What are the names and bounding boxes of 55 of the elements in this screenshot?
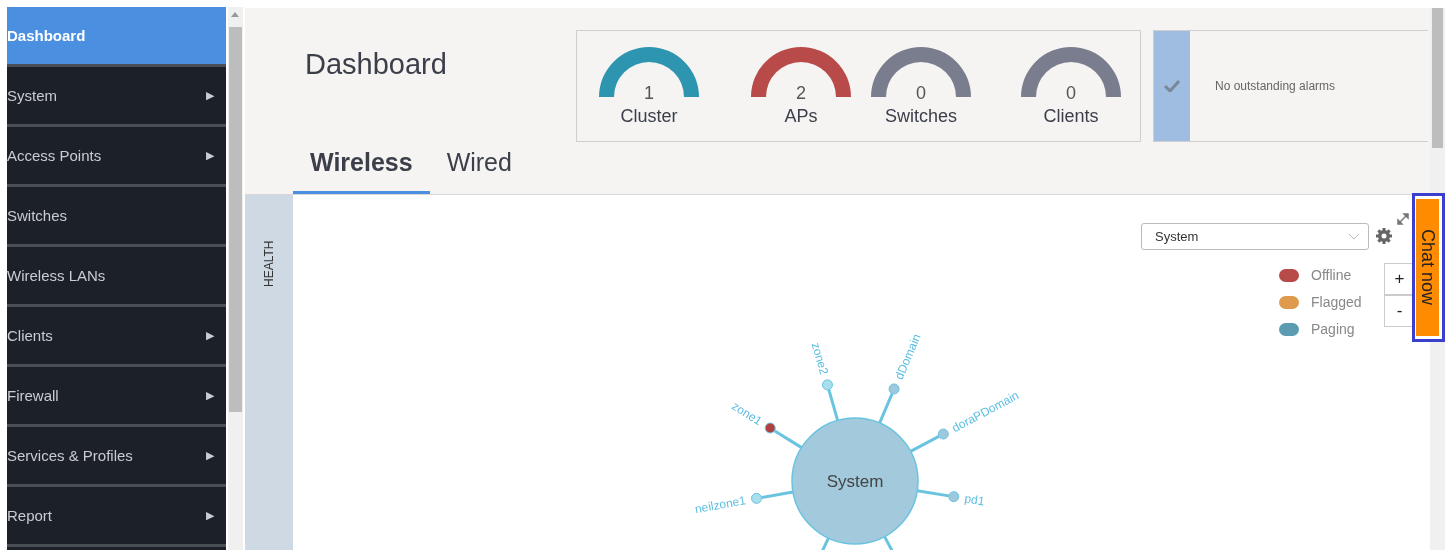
sidebar-item[interactable]: Clients ▶ xyxy=(7,307,226,367)
gauge-label: Clients xyxy=(1043,106,1099,127)
gauge-label: APs xyxy=(784,106,818,127)
node-dot[interactable] xyxy=(937,428,949,440)
scrollbar[interactable] xyxy=(228,7,243,550)
node-label: pd1 xyxy=(963,491,986,509)
node-dot[interactable] xyxy=(948,491,960,503)
legend-label: Paging xyxy=(1311,321,1355,337)
sidebar-item[interactable]: Switches xyxy=(7,187,226,247)
node-label: zone2 xyxy=(808,340,832,377)
alarm-message: No outstanding alarms xyxy=(1215,79,1336,93)
health-tab[interactable]: HEALTH xyxy=(262,227,276,287)
connector-line xyxy=(761,490,794,499)
submenu-arrow-icon: ▶ xyxy=(206,329,214,342)
sidebar-item[interactable]: Services & Profiles ▶ xyxy=(7,427,226,487)
gauge-value: 0 xyxy=(1066,83,1076,104)
scope-select[interactable]: System xyxy=(1141,223,1369,250)
legend-label: Offline xyxy=(1311,267,1352,283)
submenu-arrow-icon: ▶ xyxy=(206,89,214,102)
connector-line xyxy=(917,489,950,498)
submenu-arrow-icon: ▶ xyxy=(206,149,214,162)
gauge-value: 0 xyxy=(916,83,926,104)
expand-icon[interactable] xyxy=(1395,211,1411,227)
node-dot[interactable] xyxy=(888,383,900,395)
gauge-value: 2 xyxy=(796,83,806,104)
submenu-arrow-icon: ▶ xyxy=(206,509,214,522)
scrollbar-thumb[interactable] xyxy=(229,27,242,412)
sidebar-item[interactable]: Access Points ▶ xyxy=(7,127,226,187)
legend-label: Flagged xyxy=(1311,294,1362,310)
node-label: neilzone1 xyxy=(693,493,747,517)
settings-icon[interactable] xyxy=(1375,227,1393,245)
chevron-down-icon xyxy=(1348,233,1360,240)
node-dot[interactable] xyxy=(751,492,762,504)
sidebar-item[interactable]: Firewall ▶ xyxy=(7,367,226,427)
gauge-label: Cluster xyxy=(620,106,678,127)
tab[interactable]: Wired xyxy=(429,144,529,194)
connector-line xyxy=(878,392,894,424)
sidebar-item[interactable]: System ▶ xyxy=(7,67,226,127)
sidebar-item[interactable]: Wireless LANs xyxy=(7,247,226,307)
node-dot[interactable] xyxy=(764,422,776,434)
check-icon xyxy=(1164,80,1180,92)
page-title: Dashboard xyxy=(305,48,448,81)
gauge-value: 1 xyxy=(644,83,654,104)
submenu-arrow-icon: ▶ xyxy=(206,389,214,402)
scrollbar-thumb[interactable] xyxy=(1432,8,1443,148)
chat-now-button[interactable]: Chat now xyxy=(1412,193,1445,342)
connector-line xyxy=(827,389,840,421)
sidebar-item[interactable]: Report ▶ xyxy=(7,487,226,547)
submenu-arrow-icon: ▶ xyxy=(206,449,214,462)
system-label: System xyxy=(826,472,884,491)
system-node[interactable] xyxy=(791,417,919,545)
gauge-label: Switches xyxy=(885,106,957,127)
connector-line xyxy=(773,429,803,449)
connector-line xyxy=(909,435,940,453)
node-dot[interactable] xyxy=(821,379,833,391)
